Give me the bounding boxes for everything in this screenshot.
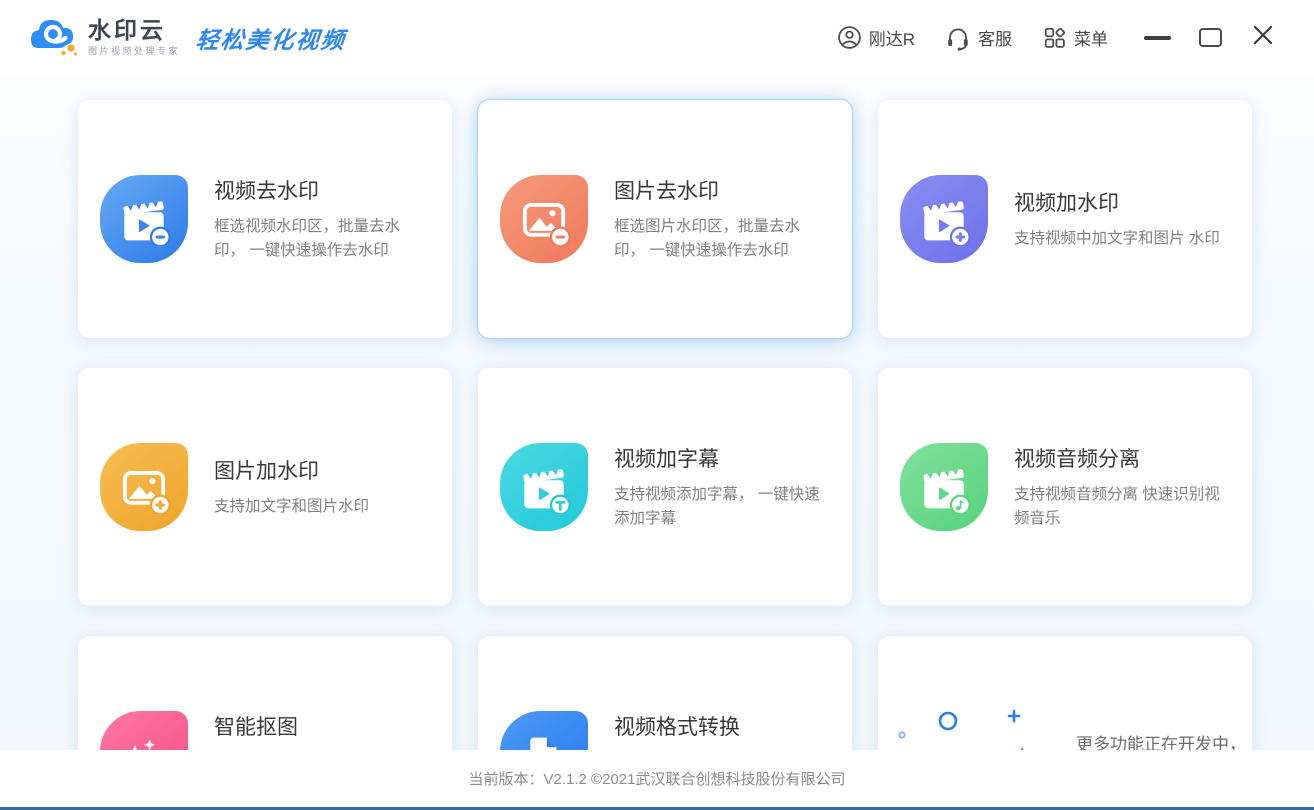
video-add-watermark-icon bbox=[900, 175, 988, 263]
menu-button[interactable]: 菜单 bbox=[1042, 25, 1108, 50]
card-title: 视频去水印 bbox=[214, 179, 319, 203]
card-subtitle: 支持视频音频分离 快速识别视 频音乐 bbox=[1014, 485, 1220, 527]
video-remove-watermark-icon bbox=[100, 175, 188, 263]
card-title: 视频加字幕 bbox=[614, 447, 719, 471]
menu-label: 菜单 bbox=[1074, 30, 1108, 49]
card-title: 智能抠图 bbox=[214, 716, 298, 739]
card-title: 图片加水印 bbox=[214, 459, 319, 483]
close-icon bbox=[1250, 22, 1276, 53]
logo-title: 水印云 bbox=[88, 16, 166, 43]
video-audio-split-icon bbox=[900, 443, 988, 531]
customer-service-label: 客服 bbox=[978, 30, 1012, 49]
customer-service-button[interactable]: 客服 bbox=[945, 25, 1012, 51]
coming-soon-illustration bbox=[892, 703, 1064, 750]
maximize-icon bbox=[1199, 28, 1222, 47]
card-video-audio-split[interactable]: 视频音频分离 支持视频音频分离 快速识别视 频音乐 bbox=[878, 368, 1252, 606]
card-subtitle: 支持视频添加字幕， 一键快速 添加字幕 bbox=[614, 485, 820, 527]
coming-soon-text: 更多功能正在开发中，敬请期待 bbox=[1076, 735, 1246, 750]
logo-subtitle: 图片视频处理专家 bbox=[88, 46, 181, 57]
app-logo: 水印云 图片视频处理专家 轻松美化视频 bbox=[28, 12, 348, 63]
video-format-convert-icon bbox=[500, 711, 588, 750]
feature-grid: 视频去水印 框选视频水印区，批量去水 印， 一键快速操作去水印 图片去水印 框选… bbox=[78, 100, 1252, 750]
main-content: 视频去水印 框选视频水印区，批量去水 印， 一键快速操作去水印 图片去水印 框选… bbox=[0, 75, 1314, 750]
app-window: 水印云 图片视频处理专家 轻松美化视频 刚达R 客服 菜单 视频去水印 框选视频… bbox=[0, 0, 1314, 810]
card-image-remove-watermark[interactable]: 图片去水印 框选图片水印区，批量去水 印， 一键快速操作去水印 bbox=[478, 100, 852, 338]
card-subtitle: 支持视频中加文字和图片 水印 bbox=[1014, 229, 1220, 247]
minimize-icon bbox=[1144, 35, 1171, 40]
card-title: 视频加水印 bbox=[1014, 191, 1119, 215]
maximize-button[interactable] bbox=[1199, 23, 1222, 53]
logo-tagline: 轻松美化视频 bbox=[194, 26, 348, 53]
grid-menu-icon bbox=[1042, 25, 1067, 50]
card-video-remove-watermark[interactable]: 视频去水印 框选视频水印区，批量去水 印， 一键快速操作去水印 bbox=[78, 100, 452, 338]
cloud-logo-icon bbox=[28, 12, 80, 63]
card-image-add-watermark[interactable]: 图片加水印 支持加文字和图片水印 bbox=[78, 368, 452, 606]
card-subtitle: 框选图片水印区，批量去水 印， 一键快速操作去水印 bbox=[614, 217, 801, 259]
card-video-add-subtitle[interactable]: 视频加字幕 支持视频添加字幕， 一键快速 添加字幕 bbox=[478, 368, 852, 606]
user-icon bbox=[837, 25, 862, 50]
card-title: 图片去水印 bbox=[614, 179, 719, 203]
version-text: 当前版本：V2.1.2 ©2021武汉联合创想科技股份有限公司 bbox=[468, 771, 846, 788]
video-add-subtitle-icon bbox=[500, 443, 588, 531]
image-remove-watermark-icon bbox=[500, 175, 588, 263]
card-title: 视频格式转换 bbox=[614, 716, 740, 739]
user-account-button[interactable]: 刚达R bbox=[837, 25, 915, 50]
title-bar: 水印云 图片视频处理专家 轻松美化视频 刚达R 客服 菜单 bbox=[0, 0, 1314, 75]
smart-cutout-icon bbox=[100, 711, 188, 750]
card-video-format-convert[interactable]: 视频格式转换 bbox=[478, 636, 852, 750]
card-coming-soon[interactable]: 更多功能正在开发中，敬请期待 bbox=[878, 636, 1252, 750]
headset-icon bbox=[945, 25, 971, 51]
card-subtitle: 支持加文字和图片水印 bbox=[214, 497, 370, 515]
close-button[interactable] bbox=[1250, 23, 1276, 53]
card-video-add-watermark[interactable]: 视频加水印 支持视频中加文字和图片 水印 bbox=[878, 100, 1252, 338]
card-subtitle: 框选视频水印区，批量去水 印， 一键快速操作去水印 bbox=[214, 217, 401, 259]
card-smart-cutout[interactable]: 智能抠图 bbox=[78, 636, 452, 750]
image-add-watermark-icon bbox=[100, 443, 188, 531]
footer-bar: 当前版本：V2.1.2 ©2021武汉联合创想科技股份有限公司 bbox=[0, 750, 1314, 810]
card-title: 视频音频分离 bbox=[1014, 447, 1140, 471]
minimize-button[interactable] bbox=[1144, 23, 1171, 53]
user-name: 刚达R bbox=[868, 30, 915, 49]
